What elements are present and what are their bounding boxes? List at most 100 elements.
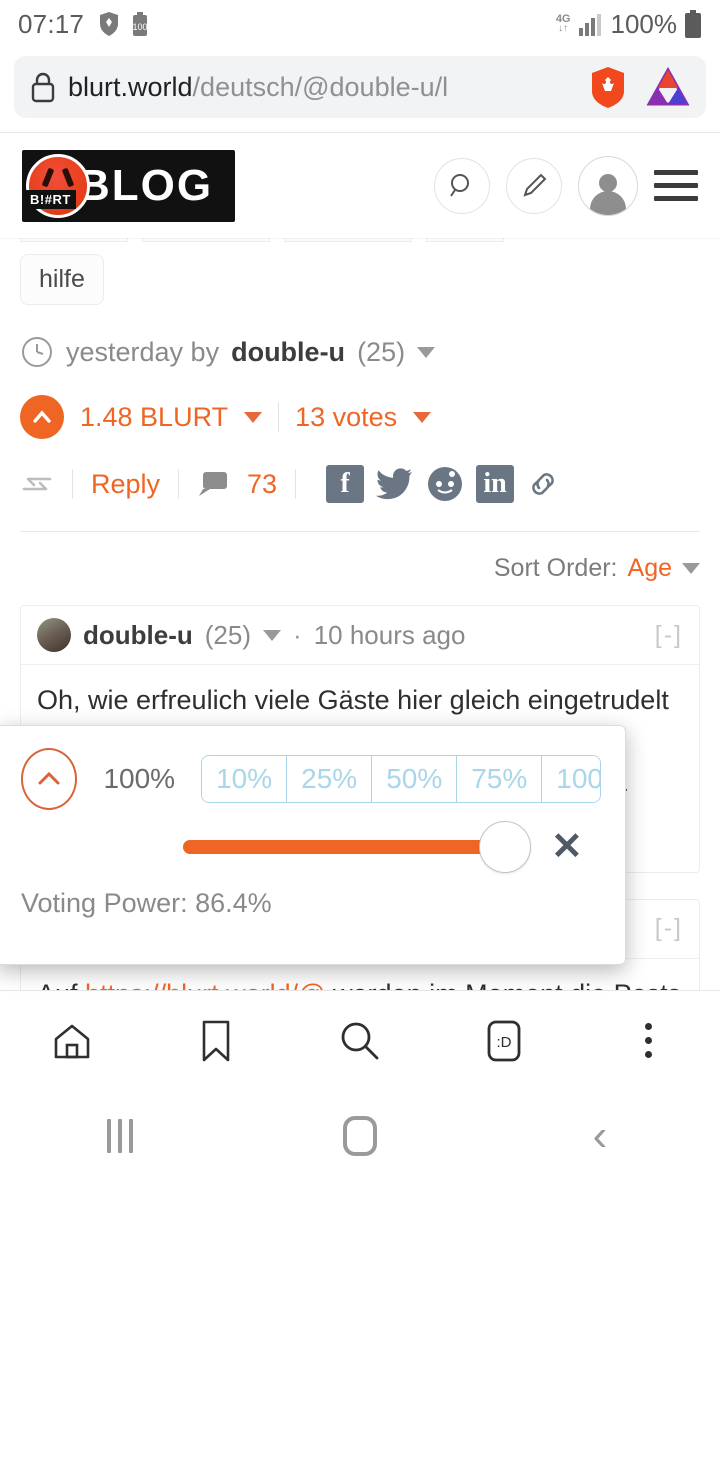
chevron-down-icon[interactable] — [244, 411, 263, 423]
popup-upvote-button[interactable] — [21, 748, 78, 810]
web-page-content: BLOG B!#RT hilfe yesterday by double-u (… — [0, 132, 720, 1182]
status-right-icons: 4G ↓↑ 100% — [556, 9, 702, 40]
nav-home-button[interactable] — [310, 1086, 410, 1182]
battery-saver-icon: 100 — [133, 12, 148, 36]
post-comment-count[interactable]: 73 — [247, 469, 277, 500]
user-avatar-icon — [587, 171, 629, 215]
close-button[interactable]: ✕ — [551, 828, 583, 866]
brave-shield-icon — [100, 12, 119, 36]
twitter-bird-icon[interactable] — [376, 467, 414, 501]
post-reply-link[interactable]: Reply — [91, 469, 160, 500]
avatar[interactable] — [37, 618, 71, 652]
slider-thumb[interactable] — [479, 821, 531, 873]
resteem-icon[interactable] — [20, 469, 54, 499]
chevron-down-icon[interactable] — [413, 411, 432, 423]
pencil-icon — [523, 173, 547, 197]
blurt-wordmark: B!#RT — [25, 189, 76, 209]
post-payout[interactable]: 1.48 BLURT — [80, 402, 228, 433]
upvote-chevron-icon — [38, 771, 60, 785]
search-icon — [341, 1022, 379, 1059]
browser-menu-button[interactable] — [598, 991, 698, 1091]
link-icon[interactable] — [526, 467, 560, 501]
home-icon — [54, 1024, 90, 1058]
android-nav-bar: ‹ — [0, 1090, 720, 1182]
post-byline: yesterday by double-u (25) — [20, 335, 700, 369]
post-vote-count[interactable]: 13 votes — [295, 402, 397, 433]
chevron-down-icon[interactable] — [417, 346, 436, 358]
hamburger-icon — [654, 196, 698, 201]
browser-bookmarks-button[interactable] — [166, 991, 266, 1091]
preset-50[interactable]: 50% — [372, 756, 458, 802]
vote-popup-slider-row: ✕ — [21, 821, 601, 873]
compose-button[interactable] — [506, 157, 562, 214]
profile-avatar-button[interactable] — [578, 155, 638, 216]
post-author[interactable]: double-u — [231, 337, 345, 368]
chevron-down-icon[interactable] — [263, 629, 282, 641]
recent-apps-icon — [107, 1119, 133, 1153]
separator-dot: · — [293, 619, 302, 650]
post-actions-row: Reply 73 f in — [20, 465, 700, 503]
sort-order-value[interactable]: Age — [628, 554, 672, 583]
nav-back-button[interactable]: ‹ — [550, 1086, 650, 1182]
search-button[interactable] — [434, 157, 490, 214]
voting-power-label: Voting Power: 86.4% — [21, 888, 272, 918]
site-header: BLOG B!#RT — [0, 133, 720, 238]
vote-percent-value: 100% — [103, 763, 176, 794]
preset-75[interactable]: 75% — [457, 756, 543, 802]
browser-search-button[interactable] — [310, 991, 410, 1091]
status-clock: 07:17 — [18, 8, 85, 39]
url-bar[interactable]: blurt.world/deutsch/@double-u/l — [14, 56, 706, 118]
section-divider — [20, 531, 700, 532]
bat-token-icon[interactable] — [646, 67, 690, 107]
vote-popup-top-row: 100% 10% 25% 50% 75% 100% — [21, 748, 601, 810]
browser-home-button[interactable] — [22, 991, 122, 1091]
header-actions — [434, 155, 698, 216]
post-time: yesterday by — [66, 336, 220, 367]
battery-percent: 100% — [610, 8, 678, 39]
sort-order-row: Sort Order: Age — [20, 554, 700, 583]
sort-order-label: Sort Order: — [493, 554, 618, 582]
hamburger-icon — [654, 183, 698, 188]
post-author-reputation: (25) — [357, 336, 406, 367]
chevron-down-icon[interactable] — [682, 563, 700, 574]
status-left-icons: 100 — [98, 11, 148, 37]
reddit-icon[interactable] — [426, 465, 464, 503]
comment-author[interactable]: double-u — [83, 620, 193, 651]
tab-count-icon: :D — [487, 1020, 521, 1061]
url-text[interactable]: blurt.world/deutsch/@double-u/l — [68, 72, 576, 103]
signal-bars-icon — [578, 14, 601, 36]
svg-text::D: :D — [497, 1034, 512, 1051]
linkedin-icon[interactable]: in — [476, 465, 515, 503]
brave-lion-icon[interactable] — [588, 65, 628, 109]
facebook-icon[interactable]: f — [326, 465, 365, 503]
comment-icon[interactable] — [197, 469, 229, 499]
preset-10[interactable]: 10% — [202, 756, 288, 802]
post-payout-row: 1.48 BLURT 13 votes — [20, 395, 700, 439]
upvote-chevron-icon — [33, 410, 51, 423]
svg-text:100: 100 — [133, 22, 148, 32]
nav-recent-apps-button[interactable] — [70, 1086, 170, 1182]
clock-icon — [22, 337, 52, 367]
collapse-toggle[interactable]: [-] — [655, 914, 683, 943]
vote-preset-group: 10% 25% 50% 75% 100% — [201, 755, 601, 803]
blurt-mascot-icon: B!#RT — [25, 153, 90, 218]
comment-header: double-u (25) · 10 hours ago [-] — [21, 606, 699, 665]
url-path: /deutsch/@double-u/l — [192, 71, 449, 102]
search-icon — [450, 173, 469, 197]
hamburger-menu-button[interactable] — [654, 170, 698, 201]
back-chevron-icon: ‹ — [592, 1111, 608, 1161]
slider-fill — [183, 840, 513, 854]
preset-100[interactable]: 100% — [542, 756, 601, 802]
upvote-button[interactable] — [20, 395, 64, 439]
vote-slider[interactable] — [183, 821, 531, 873]
site-logo[interactable]: BLOG B!#RT — [22, 149, 236, 222]
battery-icon — [685, 10, 701, 38]
network-type-icon: 4G ↓↑ — [555, 13, 571, 34]
url-host: blurt.world — [68, 71, 193, 102]
collapse-toggle[interactable]: [-] — [655, 621, 683, 650]
tag-pill-hilfe[interactable]: hilfe — [20, 254, 104, 305]
browser-tabs-button[interactable]: :D — [454, 991, 554, 1091]
preset-25[interactable]: 25% — [287, 756, 373, 802]
android-status-bar: 07:17 100 4G ↓↑ 100% — [0, 0, 720, 48]
comment-time: 10 hours ago — [313, 619, 466, 650]
